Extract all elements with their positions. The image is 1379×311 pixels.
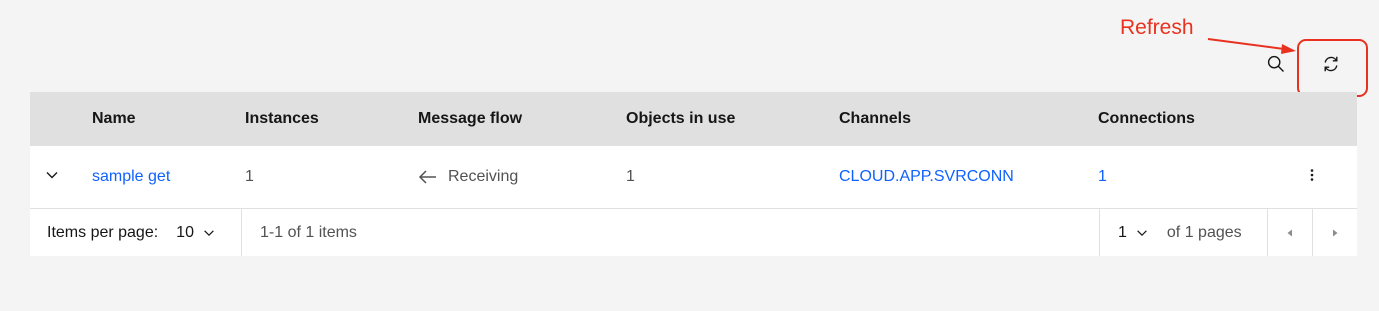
refresh-icon [1324, 56, 1338, 72]
next-page-button[interactable] [1312, 209, 1357, 256]
message-flow-value: Receiving [418, 168, 518, 186]
current-page-value: 1 [1118, 223, 1127, 241]
search-button[interactable] [1256, 44, 1296, 84]
instances-value: 1 [245, 168, 254, 185]
search-icon [1267, 55, 1284, 72]
caret-right-icon [1333, 229, 1338, 236]
objects-in-use-value: 1 [626, 168, 635, 185]
refresh-button[interactable] [1311, 44, 1351, 84]
arrow-left-icon [418, 170, 436, 184]
table-header: Name Instances Message flow Objects in u… [30, 92, 1357, 146]
column-header-channels[interactable]: Channels [839, 110, 911, 128]
previous-page-button[interactable] [1267, 209, 1312, 256]
page-select[interactable]: 1 [1118, 224, 1149, 242]
items-per-page-value: 10 [176, 223, 194, 241]
overflow-menu-vertical-icon [1310, 168, 1314, 181]
chevron-down-icon [46, 171, 58, 178]
connections-link[interactable]: 1 [1098, 168, 1107, 186]
table-row: sample get 1 Receiving 1 CLOUD.APP.SVRCO… [30, 146, 1357, 209]
queue-manager-apps-table: Name Instances Message flow Objects in u… [30, 92, 1357, 256]
column-header-message-flow[interactable]: Message flow [418, 110, 522, 128]
column-header-name[interactable]: Name [92, 110, 136, 128]
channel-link[interactable]: CLOUD.APP.SVRCONN [839, 168, 1014, 186]
items-per-page: Items per page: 10 [30, 209, 242, 256]
row-overflow-menu-button[interactable] [1304, 167, 1320, 188]
items-range: 1-1 of 1 items [260, 223, 357, 241]
chevron-down-icon [204, 229, 214, 236]
pagination: Items per page: 10 1-1 of 1 items 1 of 1… [30, 209, 1357, 256]
page-selector: 1 of 1 pages [1099, 209, 1267, 256]
column-header-connections[interactable]: Connections [1098, 110, 1195, 128]
column-header-objects-in-use[interactable]: Objects in use [626, 110, 735, 128]
caret-left-icon [1287, 229, 1292, 236]
app-name-link[interactable]: sample get [92, 168, 170, 186]
items-per-page-label: Items per page: [47, 223, 159, 241]
total-pages-label: of 1 pages [1166, 223, 1242, 241]
items-per-page-select[interactable]: 10 [176, 224, 216, 242]
annotation-refresh-label: Refresh [1120, 16, 1194, 39]
chevron-down-icon [1137, 229, 1147, 236]
expand-row-button[interactable] [44, 167, 60, 188]
message-flow-label: Receiving [448, 168, 519, 185]
column-header-instances[interactable]: Instances [245, 110, 319, 128]
